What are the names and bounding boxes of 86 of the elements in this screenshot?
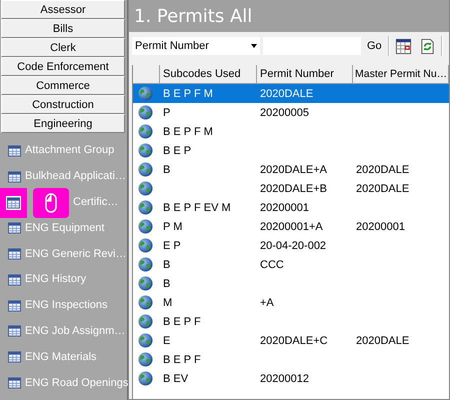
table-cell-text: B E P F bbox=[162, 354, 202, 366]
table-icon bbox=[8, 351, 21, 364]
panel-title: 1. Permits All bbox=[134, 6, 252, 26]
table-cell-text: B bbox=[162, 278, 172, 290]
table-icon bbox=[8, 222, 21, 234]
globe-icon bbox=[138, 86, 153, 101]
module-button[interactable]: Engineering bbox=[1, 114, 125, 133]
module-button[interactable]: Bills bbox=[1, 19, 125, 38]
table-row[interactable]: B E P F M 2020DALE bbox=[133, 84, 449, 103]
globe-icon bbox=[138, 162, 153, 177]
table-cell-text: B bbox=[162, 164, 172, 176]
table-cell-text: 20200001+A bbox=[259, 220, 324, 232]
table-icon bbox=[8, 377, 21, 390]
table-row[interactable]: B bbox=[133, 274, 449, 293]
globe-icon bbox=[138, 352, 153, 367]
refresh-icon[interactable] bbox=[418, 38, 436, 54]
table-cell-text: E P bbox=[162, 240, 182, 252]
table-cell-text: 20200012 bbox=[259, 372, 310, 384]
table-row[interactable]: B CCC bbox=[133, 255, 449, 274]
table-cell-text: B E P F bbox=[162, 316, 202, 328]
table-cell-text: 2020DALE bbox=[355, 164, 410, 176]
table-cell-text: 20-04-20-002 bbox=[259, 240, 328, 252]
table-icon bbox=[6, 196, 20, 210]
table-icon bbox=[8, 274, 21, 286]
module-button[interactable]: Assessor bbox=[1, 0, 125, 19]
table-icon bbox=[8, 170, 21, 183]
module-button[interactable]: Construction bbox=[1, 95, 125, 114]
globe-icon bbox=[138, 143, 153, 158]
search-by-dropdown[interactable]: Permit Number bbox=[132, 37, 260, 55]
table-cell-text: B E P F EV M bbox=[162, 202, 232, 214]
table-cell-text: +A bbox=[259, 296, 275, 308]
table-cell-text: 2020DALE+B bbox=[259, 182, 328, 194]
table-row[interactable]: B E P F M bbox=[133, 122, 449, 141]
table-cell-text: B E P F M bbox=[162, 88, 214, 100]
globe-icon bbox=[138, 105, 153, 120]
table-row[interactable]: E P 20-04-20-002 bbox=[133, 236, 449, 255]
table-cell-text: B E P bbox=[162, 144, 192, 156]
table-cell-text: 20200001 bbox=[259, 202, 310, 214]
module-button[interactable]: Code Enforcement bbox=[1, 57, 125, 76]
table-cell-text: P M bbox=[162, 220, 184, 232]
globe-icon bbox=[138, 124, 153, 139]
mouse-icon bbox=[33, 188, 69, 218]
globe-icon bbox=[138, 333, 153, 348]
globe-icon bbox=[138, 314, 153, 329]
table-cell-text: B bbox=[162, 258, 172, 270]
table-cell-text: 20200001 bbox=[355, 220, 406, 232]
table-row[interactable]: M +A bbox=[133, 293, 449, 312]
globe-icon bbox=[138, 257, 153, 272]
go-button[interactable]: Go bbox=[364, 37, 385, 55]
calendar-icon[interactable] bbox=[394, 38, 412, 54]
table-icon bbox=[8, 248, 21, 260]
globe-icon bbox=[138, 200, 153, 215]
globe-icon bbox=[138, 181, 153, 196]
globe-icon bbox=[138, 238, 153, 253]
table-cell-text: P bbox=[162, 106, 172, 118]
table-icon bbox=[8, 325, 21, 338]
table-row[interactable]: B E P bbox=[133, 141, 449, 160]
table-row[interactable]: B 2020DALE+A 2020DALE bbox=[133, 160, 449, 179]
table-row[interactable]: B E P F bbox=[133, 312, 449, 331]
table-row[interactable]: B EV 20200012 bbox=[133, 369, 449, 388]
table-row[interactable]: B E P F bbox=[133, 350, 449, 369]
table-row[interactable]: P M 20200001+A 20200001 bbox=[133, 217, 449, 236]
table-cell-text: E bbox=[162, 334, 172, 346]
module-button[interactable]: Clerk bbox=[1, 38, 125, 57]
globe-icon bbox=[138, 295, 153, 310]
caret-icon bbox=[251, 44, 257, 48]
table-icon bbox=[8, 300, 21, 312]
module-button[interactable]: Commerce bbox=[1, 76, 125, 95]
table-cell-text: CCC bbox=[259, 258, 285, 270]
table-row[interactable]: 2020DALE+B 2020DALE bbox=[133, 179, 449, 198]
table-row[interactable]: P 20200005 bbox=[133, 103, 449, 122]
table-cell-text: 20200005 bbox=[259, 106, 310, 118]
globe-icon bbox=[138, 371, 153, 386]
table-cell-text: 2020DALE+A bbox=[259, 164, 328, 176]
table-icon bbox=[8, 144, 21, 157]
table-cell-text: 2020DALE bbox=[259, 88, 314, 100]
globe-icon bbox=[138, 219, 153, 234]
table-cell-text: 2020DALE bbox=[355, 182, 410, 194]
table-cell-text: B E P F M bbox=[162, 126, 214, 138]
table-row[interactable]: E 2020DALE+C 2020DALE bbox=[133, 331, 449, 350]
table-cell-text: 2020DALE+C bbox=[259, 334, 329, 346]
table-row[interactable]: B E P F EV M 20200001 bbox=[133, 198, 449, 217]
globe-icon bbox=[138, 276, 153, 291]
table-cell-text: M bbox=[162, 296, 174, 308]
table-cell-text: B EV bbox=[162, 372, 190, 384]
table-cell-text: 2020DALE bbox=[355, 334, 410, 346]
